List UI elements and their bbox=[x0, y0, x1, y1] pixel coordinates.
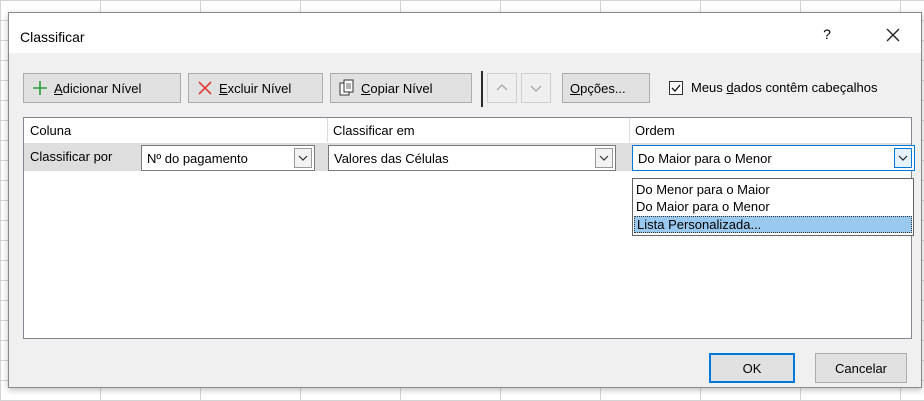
cancel-button[interactable]: Cancelar bbox=[815, 353, 907, 383]
column-select-arrow[interactable] bbox=[294, 148, 312, 168]
add-level-button[interactable]: Adicionar Nível bbox=[23, 73, 181, 103]
delete-x-icon bbox=[198, 81, 212, 95]
headers-checkbox[interactable]: Meus dados contêm cabeçalhos bbox=[669, 80, 877, 95]
order-header: Ordem bbox=[635, 123, 675, 138]
header-divider bbox=[629, 118, 630, 142]
options-label: Opções... bbox=[570, 80, 626, 96]
ok-button[interactable]: OK bbox=[709, 353, 795, 383]
sort-toolbar: Adicionar Nível Excluir Nível Copiar Nív… bbox=[23, 71, 921, 107]
chevron-down-icon bbox=[530, 85, 542, 92]
order-option[interactable]: Do Menor para o Maior bbox=[634, 181, 912, 198]
chevron-down-icon bbox=[298, 155, 308, 161]
column-select-value: Nº do pagamento bbox=[147, 151, 248, 166]
checkmark-icon bbox=[671, 84, 681, 92]
close-button[interactable] bbox=[881, 23, 905, 47]
order-select[interactable]: Do Maior para o Menor bbox=[632, 145, 915, 171]
chevron-up-icon bbox=[496, 84, 508, 91]
sort-levels-grid: Coluna Classificar em Ordem Classificar … bbox=[23, 117, 915, 339]
sort-on-header: Classificar em bbox=[333, 123, 415, 138]
chevron-down-icon bbox=[599, 155, 609, 161]
copy-level-button[interactable]: Copiar Nível bbox=[330, 73, 472, 103]
sort-by-label: Classificar por bbox=[30, 149, 113, 164]
column-header: Coluna bbox=[30, 123, 72, 138]
toolbar-separator bbox=[481, 71, 483, 107]
copy-level-label: Copiar Nível bbox=[361, 80, 433, 96]
order-select-value: Do Maior para o Menor bbox=[638, 151, 772, 166]
order-select-arrow[interactable] bbox=[894, 148, 912, 168]
delete-level-button[interactable]: Excluir Nível bbox=[188, 73, 323, 103]
copy-icon bbox=[339, 79, 354, 96]
move-down-button[interactable] bbox=[521, 73, 551, 103]
sort-on-select[interactable]: Valores das Células bbox=[328, 145, 616, 171]
help-button[interactable]: ? bbox=[819, 26, 835, 44]
add-level-label: Adicionar Nível bbox=[54, 80, 142, 96]
delete-level-label: Excluir Nível bbox=[219, 80, 292, 96]
dialog-title: Classificar bbox=[20, 29, 85, 45]
sort-dialog: Classificar ? Adicionar Nível Excluir Ní… bbox=[8, 12, 922, 388]
header-divider bbox=[327, 118, 328, 142]
sort-on-select-arrow[interactable] bbox=[595, 148, 613, 168]
order-option-highlighted[interactable]: Lista Personalizada... bbox=[634, 216, 912, 233]
headers-checkbox-label: Meus dados contêm cabeçalhos bbox=[691, 80, 878, 95]
sort-on-select-value: Valores das Células bbox=[334, 151, 449, 166]
order-dropdown-list: Do Menor para o Maior Do Maior para o Me… bbox=[632, 178, 914, 236]
plus-icon bbox=[33, 81, 47, 95]
chevron-down-icon bbox=[898, 155, 908, 161]
order-option[interactable]: Do Maior para o Menor bbox=[634, 198, 912, 215]
close-icon bbox=[886, 28, 900, 42]
move-up-button[interactable] bbox=[487, 73, 517, 103]
headers-checkbox-box[interactable] bbox=[669, 80, 683, 95]
dialog-titlebar: Classificar ? bbox=[9, 13, 921, 53]
column-select[interactable]: Nº do pagamento bbox=[141, 145, 315, 171]
options-button[interactable]: Opções... bbox=[562, 73, 650, 103]
